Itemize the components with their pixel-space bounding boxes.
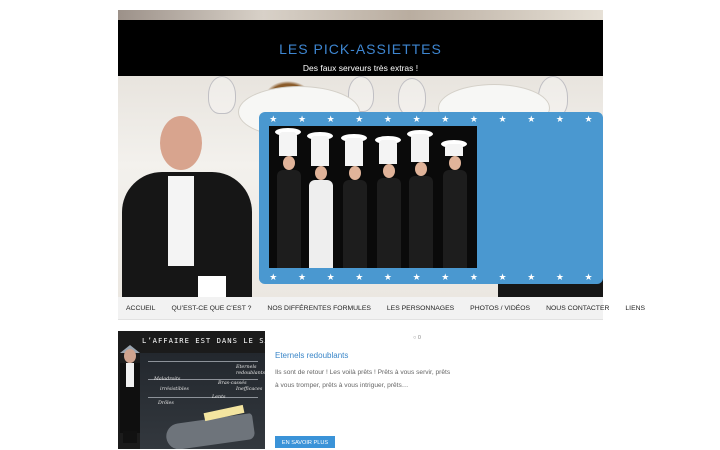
chalk-word: Inefficaces bbox=[236, 387, 263, 392]
chalk-line bbox=[148, 397, 258, 398]
menu-item-formules[interactable]: NOS DIFFÉRENTES FORMULES bbox=[259, 305, 378, 312]
star-icon: ★ bbox=[555, 271, 564, 282]
stars-top: ★ ★ ★ ★ ★ ★ ★ ★ ★ ★ ★ ★ bbox=[259, 112, 603, 126]
stars-bottom: ★ ★ ★ ★ ★ ★ ★ ★ ★ ★ ★ ★ bbox=[259, 270, 603, 284]
star-icon: ★ bbox=[441, 113, 450, 124]
post-excerpt: Ils sont de retour ! Les voilà prêts ! P… bbox=[275, 369, 451, 389]
masthead: LES PICK-ASSIETTES Des faux serveurs trè… bbox=[118, 20, 603, 76]
wine-glass bbox=[398, 78, 426, 116]
star-icon: ★ bbox=[555, 113, 564, 124]
star-icon: ★ bbox=[297, 271, 307, 282]
star-icon: ★ bbox=[584, 271, 593, 282]
star-icon: ★ bbox=[326, 113, 335, 124]
star-icon: ★ bbox=[355, 113, 364, 124]
menu-item-quest-ce-que-cest[interactable]: QU’EST-CE QUE C’EST ? bbox=[163, 305, 259, 312]
read-more-button[interactable]: EN SAVOIR PLUS bbox=[275, 436, 335, 448]
chalk-word: Drôles bbox=[158, 401, 174, 406]
star-icon: ★ bbox=[498, 113, 507, 124]
waiter-legs bbox=[123, 431, 137, 443]
waiter-left-shirt bbox=[168, 176, 194, 266]
chalk-word: Eternels bbox=[236, 365, 257, 370]
chalk-line bbox=[148, 361, 258, 362]
chef-figure bbox=[373, 128, 403, 268]
comment-count-value: 0 bbox=[417, 335, 421, 341]
main-menu: ACCUEIL QU’EST-CE QUE C’EST ? NOS DIFFÉR… bbox=[118, 297, 645, 320]
chef-figure bbox=[339, 128, 369, 268]
site-title[interactable]: LES PICK-ASSIETTES bbox=[118, 20, 603, 57]
menu-item-accueil[interactable]: ACCUEIL bbox=[118, 305, 163, 312]
star-icon: ★ bbox=[412, 271, 421, 282]
site-wrapper: LES PICK-ASSIETTES Des faux serveurs trè… bbox=[118, 10, 645, 449]
star-icon: ★ bbox=[355, 271, 364, 282]
chef-figure bbox=[305, 128, 335, 268]
site-tagline: Des faux serveurs très extras ! bbox=[302, 63, 419, 73]
star-icon: ★ bbox=[383, 271, 392, 282]
comment-icon: ○ bbox=[413, 335, 417, 341]
post-title[interactable]: Eternels redoublants bbox=[275, 351, 348, 360]
star-icon: ★ bbox=[469, 271, 478, 282]
chefs-group-photo bbox=[269, 126, 477, 268]
star-icon: ★ bbox=[527, 271, 536, 282]
top-image-strip bbox=[118, 10, 603, 20]
post-thumbnail[interactable]: L’AFFAIRE EST DANS LE SAC Maladroits irr… bbox=[118, 331, 265, 449]
chalk-word: redoublants bbox=[236, 371, 265, 376]
thumbnail-headline: L’AFFAIRE EST DANS LE SAC bbox=[142, 336, 265, 345]
chalk-word: Maladroits bbox=[154, 377, 181, 382]
menu-item-liens[interactable]: LIENS bbox=[617, 305, 653, 312]
header-banner: ★ ★ ★ ★ ★ ★ ★ ★ ★ ★ ★ ★ ★ ★ ★ ★ ★ ★ ★ ★ … bbox=[118, 76, 603, 297]
comment-count[interactable]: ○ 0 bbox=[413, 335, 421, 341]
chalk-word: irrésistibles bbox=[160, 387, 189, 392]
menu-item-contact[interactable]: NOUS CONTACTER bbox=[538, 305, 617, 312]
star-icon: ★ bbox=[441, 271, 450, 282]
chalk-word: Bras-cassés bbox=[218, 381, 247, 386]
menu-item-photos-videos[interactable]: PHOTOS / VIDÉOS bbox=[462, 305, 538, 312]
star-icon: ★ bbox=[297, 113, 307, 124]
waiter-head bbox=[124, 349, 136, 363]
group-photo-frame: ★ ★ ★ ★ ★ ★ ★ ★ ★ ★ ★ ★ ★ ★ ★ ★ ★ ★ ★ ★ … bbox=[259, 112, 603, 284]
wine-glass bbox=[208, 76, 236, 114]
star-icon: ★ bbox=[326, 271, 335, 282]
star-icon: ★ bbox=[412, 113, 421, 124]
star-icon: ★ bbox=[269, 271, 278, 282]
napkin bbox=[198, 276, 226, 297]
waiter-left-head bbox=[160, 116, 202, 170]
star-icon: ★ bbox=[498, 271, 507, 282]
chalk-word: Lents bbox=[212, 395, 226, 400]
star-icon: ★ bbox=[269, 113, 278, 124]
star-icon: ★ bbox=[527, 113, 536, 124]
chef-figure bbox=[439, 128, 469, 268]
chef-figure bbox=[405, 128, 435, 268]
star-icon: ★ bbox=[469, 113, 478, 124]
post-card: L’AFFAIRE EST DANS LE SAC Maladroits irr… bbox=[118, 331, 603, 449]
star-icon: ★ bbox=[584, 113, 593, 124]
waiter-shirt bbox=[126, 363, 134, 387]
chef-figure bbox=[273, 128, 303, 268]
menu-item-personnages[interactable]: LES PERSONNAGES bbox=[379, 305, 462, 312]
star-icon: ★ bbox=[383, 113, 392, 124]
